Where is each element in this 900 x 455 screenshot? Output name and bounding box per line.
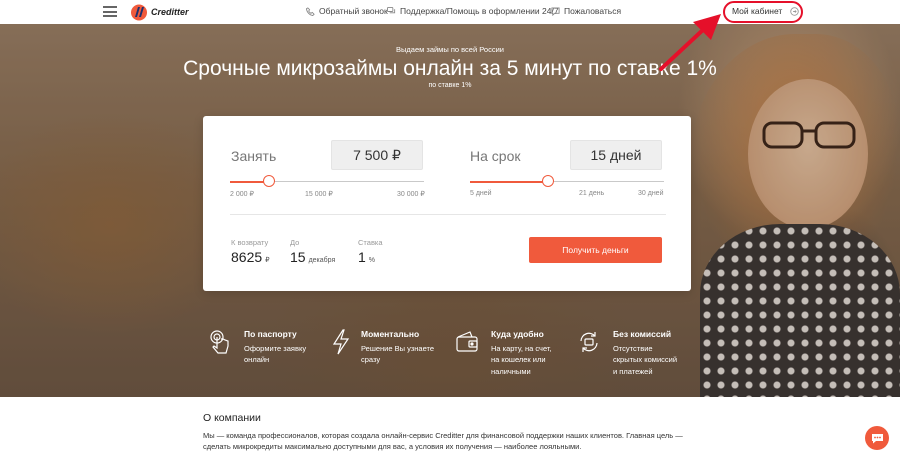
feature-title: По паспорту [244, 329, 297, 339]
site-logo[interactable]: Creditter [131, 3, 189, 21]
feature-title: Без комиссий [613, 329, 672, 339]
repay-value: 8625 ₽ [231, 249, 270, 265]
amount-slider-track[interactable] [230, 180, 424, 183]
term-slider-handle[interactable] [541, 175, 554, 187]
term-slider-track[interactable] [470, 180, 664, 183]
amount-slider-handle[interactable] [262, 175, 275, 187]
about-section: О компании Мы — команда профессионалов, … [0, 397, 900, 455]
hand-pointer-icon [210, 330, 229, 354]
speech-bubble-icon [551, 6, 560, 16]
amount-tick-min: 2 000 ₽ [230, 191, 254, 198]
feature-convenient: Куда удобно На карту, на счет, на кошеле… [456, 329, 552, 377]
feature-text-line: на кошелек или [491, 355, 546, 364]
feature-title: Моментально [361, 329, 420, 339]
rate-number: 1 [358, 249, 366, 265]
hero-subtitle: Выдаем займы по всей России [396, 45, 504, 54]
support-link[interactable]: Поддержка/Помощь в оформлении 24/7 [387, 6, 559, 16]
amount-tick-mid: 15 000 ₽ [305, 191, 333, 198]
hero-note: по ставке 1% [428, 82, 472, 89]
about-text: Мы — команда профессионалов, которая соз… [203, 431, 683, 451]
until-value: 15 декабря [290, 249, 335, 265]
feature-text-line: и платежей [613, 366, 653, 376]
feature-title: Куда удобно [491, 329, 544, 339]
logo-text: Creditter [151, 7, 189, 17]
get-money-button[interactable]: Получить деньги [529, 237, 662, 263]
rate-value: 1% [358, 249, 375, 265]
feature-instant: Моментально Решение Вы узнаете сразу [332, 329, 435, 366]
wallet-icon [456, 331, 478, 352]
feature-text-line: онлайн [244, 355, 270, 364]
until-month: декабря [308, 257, 336, 264]
hero-title: Срочные микрозаймы онлайн за 5 минут по … [183, 57, 717, 80]
rate-label: Ставка [358, 238, 383, 247]
hamburger-menu-icon[interactable] [103, 6, 117, 17]
refresh-icon [580, 332, 598, 352]
feature-no-fees: Без комиссий Отсутствие скрытых комиссий… [580, 329, 678, 377]
complain-label: Пожаловаться [564, 6, 622, 16]
phone-icon [306, 6, 315, 16]
support-label: Поддержка/Помощь в оформлении 24/7 [400, 6, 559, 16]
term-tick-max: 30 дней [638, 190, 664, 197]
feature-text-line: Решение Вы узнаете [361, 343, 435, 353]
term-value-box[interactable]: 15 дней [570, 140, 662, 170]
highlight-ellipse [723, 1, 803, 23]
repay-unit: ₽ [265, 257, 270, 264]
annotation-arrow-icon [659, 14, 721, 71]
callback-link[interactable]: Обратный звонок [306, 6, 388, 16]
until-label: До [290, 238, 300, 247]
feature-text-line: Отсутствие [613, 343, 653, 353]
rate-unit: % [368, 257, 376, 264]
callback-label: Обратный звонок [319, 6, 388, 16]
repay-amount: 8625 [231, 249, 263, 265]
term-label: На срок [470, 148, 521, 164]
about-title: О компании [203, 412, 261, 424]
term-slider-fill [470, 180, 548, 183]
loan-calculator: Занять 7 500 ₽ 2 000 ₽ 15 000 ₽ 30 000 ₽… [203, 116, 691, 291]
lightning-icon [332, 329, 350, 355]
term-tick-mid: 21 день [579, 190, 605, 197]
chat-widget-button[interactable] [865, 426, 889, 450]
until-day: 15 [290, 249, 306, 265]
calculator-divider [230, 214, 666, 215]
top-navigation-bar: Creditter Обратный звонок Поддержка/Помо… [0, 0, 900, 24]
repay-label: К возврату [231, 238, 269, 247]
chat-bubbles-icon [387, 6, 396, 13]
amount-value-box[interactable]: 7 500 ₽ [331, 140, 423, 170]
complain-link[interactable]: Пожаловаться [551, 6, 621, 16]
feature-passport: По паспорту Оформите заявку онлайн [210, 329, 307, 366]
feature-text-line: сразу [361, 355, 381, 364]
feature-text-line: На карту, на счет, [491, 343, 552, 353]
amount-label: Занять [231, 148, 277, 164]
creditter-logo-icon [131, 4, 147, 20]
term-tick-min: 5 дней [470, 190, 492, 197]
amount-tick-max: 30 000 ₽ [397, 191, 425, 198]
feature-text-line: наличными [491, 366, 531, 376]
feature-text-line: Оформите заявку [244, 343, 307, 353]
chat-icon [871, 433, 883, 443]
feature-text-line: скрытых комиссий [613, 355, 678, 364]
